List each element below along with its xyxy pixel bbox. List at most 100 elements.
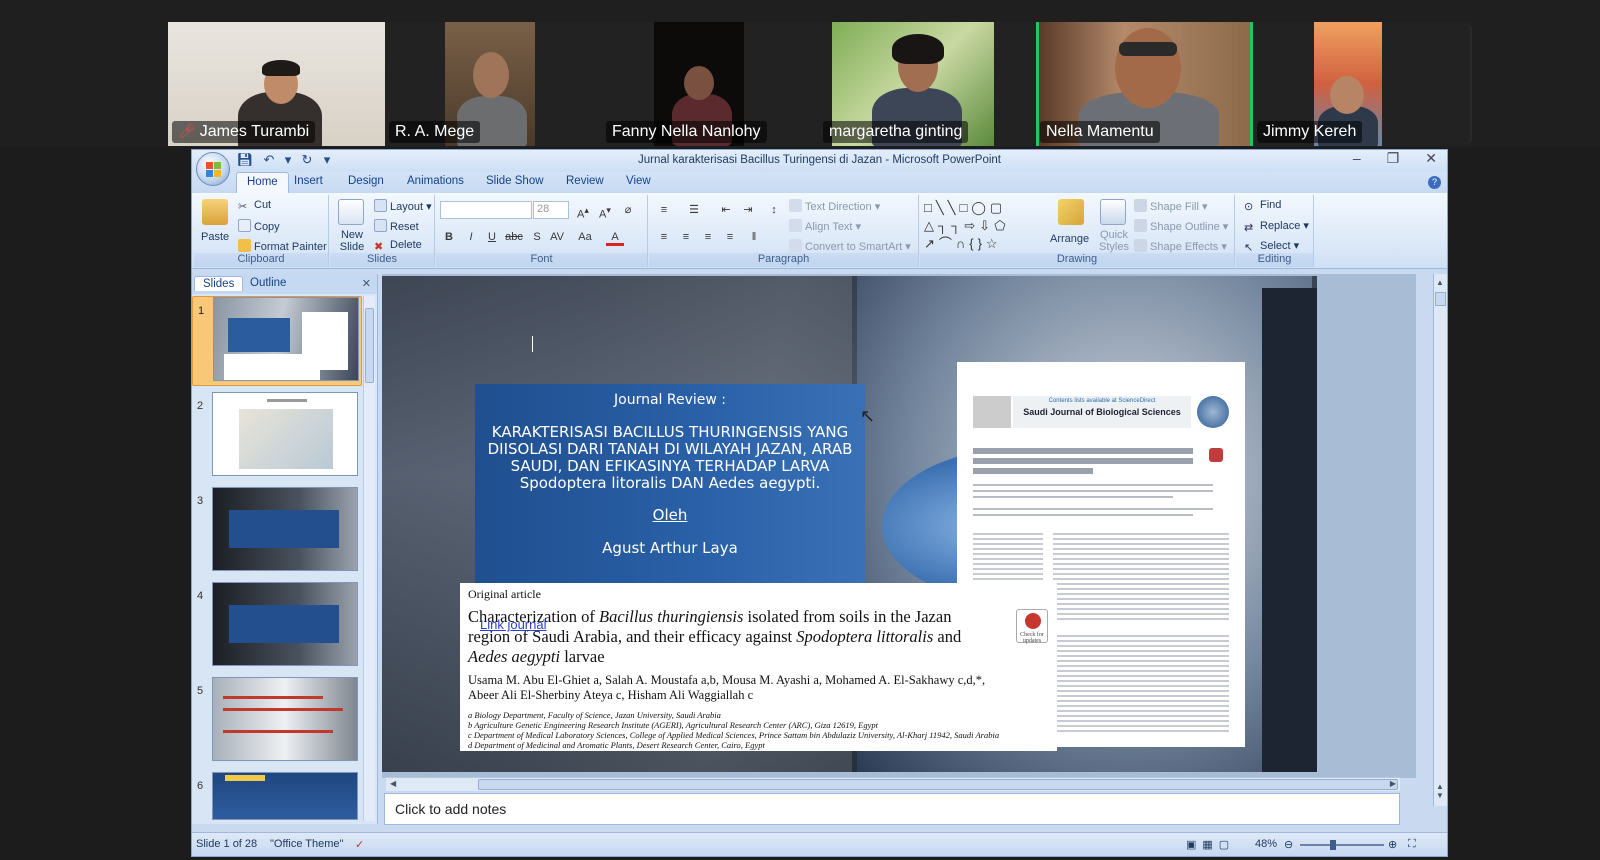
delete-button[interactable]: ✖ Delete [374,239,422,253]
shape-outline-button[interactable]: Shape Outline ▾ [1134,219,1228,233]
underline-icon[interactable]: U [483,228,501,246]
bold-icon[interactable]: B [440,228,458,246]
close-panel-icon[interactable]: ✕ [362,277,371,290]
bullets-icon[interactable]: ≡ [655,201,673,219]
participant-name: Nella Mamentu [1040,121,1160,143]
participant-tile[interactable]: Jimmy Kereh [1253,22,1470,146]
align-text-button[interactable]: Align Text ▾ [789,219,861,233]
thumbnail-image [213,297,359,381]
zoom-slider[interactable] [1300,840,1384,850]
slide-thumbnail-4[interactable]: 4 [192,582,362,670]
justify-icon[interactable]: ≡ [721,228,739,246]
zoom-level[interactable]: 48% [1255,838,1277,850]
close-icon[interactable]: ✕ [1425,150,1437,167]
slide-canvas[interactable]: Journal Review : KARAKTERISASI BACILLUS … [382,276,1317,772]
theme-name[interactable]: "Office Theme" [270,838,343,850]
shapes-gallery[interactable]: □╲╲□◯▢ △┐┐⇨⇩⬠ ↗⌒∩{}☆ [924,199,1036,253]
restore-icon[interactable]: ❐ [1387,150,1400,167]
author-name[interactable]: Agust Arthur Laya [475,539,865,557]
effects-icon [1134,239,1147,252]
slide-thumbnail-3[interactable]: 3 [192,487,362,575]
slide-number: 4 [197,590,204,602]
change-case-icon[interactable]: Aa [576,228,594,246]
notes-pane[interactable]: Click to add notes [384,793,1400,825]
check-for-updates-badge[interactable]: Check for updates [1016,609,1048,644]
align-right-icon[interactable]: ≡ [699,228,717,246]
tab-design[interactable]: Design [348,175,384,187]
shrink-font-icon[interactable]: A▾ [596,201,614,221]
participant-tile-active-speaker[interactable]: Nella Mamentu [1036,22,1253,146]
help-icon[interactable]: ? [1428,176,1441,189]
strikethrough-icon[interactable]: abc [505,228,523,246]
quick-styles-button[interactable]: Quick Styles [1096,229,1132,253]
view-buttons[interactable]: ▣▦▢ [1186,838,1235,851]
tab-slide-show[interactable]: Slide Show [486,175,544,187]
tab-review[interactable]: Review [566,175,604,187]
decrease-indent-icon[interactable]: ⇤ [717,201,735,219]
participant-tile[interactable]: 🎤︎ James Turambi [168,22,385,146]
font-name-box[interactable] [440,201,532,219]
panel-scrollbar[interactable] [363,296,375,821]
font-color-icon[interactable]: A [606,228,624,246]
tab-insert[interactable]: Insert [294,175,323,187]
zoom-out-icon[interactable]: ⊖ [1284,838,1293,851]
slides-group: New Slide Layout ▾ Reset ✖ Delete Slides [330,195,435,267]
replace-button[interactable]: ⇄ Replace ▾ [1244,219,1309,234]
select-button[interactable]: ↖ Select ▾ [1244,239,1299,254]
convert-smartart-button[interactable]: Convert to SmartArt ▾ [789,239,911,253]
italic-icon[interactable]: I [462,228,480,246]
fit-to-window-icon[interactable]: ⛶ [1408,838,1416,851]
tab-view[interactable]: View [626,175,651,187]
tab-animations[interactable]: Animations [407,175,464,187]
ribbon: Paste ✂ Cut Copy Format Painter Clipboard… [192,193,1447,269]
zoom-in-icon[interactable]: ⊕ [1388,838,1397,851]
tab-slides[interactable]: Slides [194,276,244,291]
slide-thumbnail-1[interactable]: 1 [192,296,362,386]
journal-review-heading[interactable]: Journal Review : [475,392,865,408]
format-painter-button[interactable]: Format Painter [238,239,327,253]
shadow-icon[interactable]: S [528,228,546,246]
paste-button[interactable]: Paste [201,231,229,243]
font-size-box[interactable]: 28 [533,201,569,219]
slide-thumbnail-2[interactable]: 2 [192,392,362,480]
tab-home[interactable]: Home [236,172,289,193]
office-button[interactable] [196,152,230,186]
align-left-icon[interactable]: ≡ [655,228,673,246]
copy-button[interactable]: Copy [238,219,280,233]
horizontal-scrollbar[interactable]: ◀ ▶ [386,777,1400,791]
minimize-icon[interactable]: – [1353,150,1361,167]
increase-indent-icon[interactable]: ⇥ [739,201,757,219]
shape-fill-button[interactable]: Shape Fill ▾ [1134,199,1208,213]
grow-font-icon[interactable]: A▴ [574,201,592,221]
new-slide-button[interactable]: New Slide [336,229,368,253]
find-button[interactable]: ⊙ Find [1244,199,1281,213]
thumbnail-image [212,392,358,476]
line-spacing-icon[interactable]: ↕ [765,201,783,219]
clear-formatting-icon[interactable]: ⌀ [619,201,637,219]
cut-button[interactable]: ✂ Cut [238,199,271,213]
shape-effects-button[interactable]: Shape Effects ▾ [1134,239,1227,253]
spellcheck-icon[interactable]: ✓ [355,838,364,851]
participant-name: Fanny Nella Nanlohy [606,121,767,143]
replace-icon: ⇄ [1244,222,1254,234]
vertical-scrollbar[interactable]: ▲ ▲ ▼ [1433,274,1447,806]
text-direction-button[interactable]: Text Direction ▾ [789,199,880,213]
participant-tile[interactable]: R. A. Mege [385,22,602,146]
align-center-icon[interactable]: ≡ [677,228,695,246]
tab-outline[interactable]: Outline [242,276,294,290]
columns-icon[interactable]: ‖ [745,228,763,246]
numbering-icon[interactable]: ☰ [685,201,703,219]
char-spacing-icon[interactable]: AV [548,228,566,246]
arrange-button[interactable]: Arrange [1050,233,1089,245]
by-label[interactable]: Oleh [475,506,865,524]
paint-bucket-icon [1134,199,1147,212]
slide-title[interactable]: KARAKTERISASI BACILLUS THURINGENSIS YANG… [475,424,865,492]
paper-title: Characterization of Bacillus thuringiens… [468,607,962,666]
reset-button[interactable]: Reset [374,219,419,233]
slide-thumbnail-5[interactable]: 5 [192,677,362,765]
participant-tile[interactable]: margaretha ginting [819,22,1036,146]
slide-counter: Slide 1 of 28 [196,838,258,850]
layout-button[interactable]: Layout ▾ [374,199,432,213]
participant-tile[interactable]: Fanny Nella Nanlohy [602,22,819,146]
link-journal[interactable]: Link journal [480,617,547,632]
